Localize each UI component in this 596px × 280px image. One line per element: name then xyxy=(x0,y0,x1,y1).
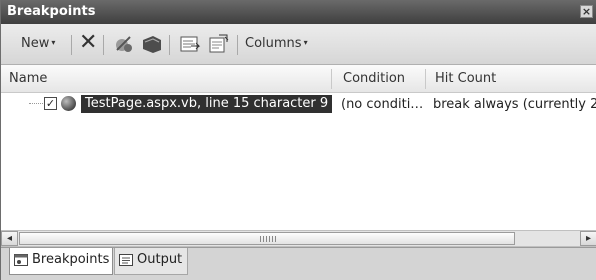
tab-breakpoints[interactable]: Breakpoints xyxy=(9,248,113,275)
breakpoint-hit-count[interactable]: break always (currently 2) xyxy=(433,97,596,112)
go-to-disassembly-icon[interactable] xyxy=(207,34,229,54)
delete-icon[interactable]: ✕ xyxy=(79,32,97,54)
window-title: Breakpoints xyxy=(7,4,96,19)
go-to-source-icon[interactable] xyxy=(179,34,201,54)
column-header-condition[interactable]: Condition xyxy=(343,71,405,86)
bottom-tab-bar: Breakpoints Output xyxy=(1,247,596,280)
column-divider[interactable] xyxy=(425,69,426,89)
breakpoint-row[interactable]: ✓ TestPage.aspx.vb, line 15 character 9 … xyxy=(1,93,596,115)
tree-connector xyxy=(29,103,43,105)
output-window-icon xyxy=(119,254,133,266)
toolbar: New ▾ ✕ Columns ▾ xyxy=(1,24,596,65)
breakpoint-enabled-checkbox[interactable]: ✓ xyxy=(44,97,57,110)
breakpoints-window-icon xyxy=(14,254,28,266)
breakpoints-window: Breakpoints × New ▾ ✕ Columns ▾ Name Con… xyxy=(0,0,596,280)
toggle-all-breakpoints-icon[interactable] xyxy=(141,34,163,54)
tab-label: Output xyxy=(137,252,183,267)
horizontal-scrollbar[interactable]: ◂ ▸ xyxy=(1,230,596,247)
scrollbar-thumb[interactable] xyxy=(19,232,515,245)
new-dropdown-button[interactable]: New ▾ xyxy=(21,36,55,56)
columns-dropdown-button[interactable]: Columns ▾ xyxy=(245,36,308,56)
breakpoint-name[interactable]: TestPage.aspx.vb, line 15 character 9 xyxy=(81,95,333,113)
tab-output[interactable]: Output xyxy=(114,248,188,275)
column-header-name[interactable]: Name xyxy=(9,71,47,86)
breakpoints-grid: Name Condition Hit Count ✓ TestPage.aspx… xyxy=(1,65,596,230)
disable-all-icon[interactable] xyxy=(113,34,135,54)
chevron-down-icon: ▾ xyxy=(303,38,308,47)
grip-icon xyxy=(260,236,276,242)
tab-label: Breakpoints xyxy=(32,252,110,267)
close-button[interactable]: × xyxy=(580,5,593,18)
new-label: New xyxy=(21,36,50,51)
toolbar-separator xyxy=(237,35,238,55)
column-header-hit-count[interactable]: Hit Count xyxy=(435,71,496,86)
columns-label: Columns xyxy=(245,36,302,51)
breakpoint-condition[interactable]: (no conditi… xyxy=(341,97,423,112)
title-bar[interactable]: Breakpoints × xyxy=(1,0,596,24)
toolbar-separator xyxy=(71,35,72,55)
breakpoint-icon xyxy=(61,96,76,111)
toolbar-separator xyxy=(103,35,104,55)
chevron-down-icon: ▾ xyxy=(51,38,56,47)
grid-header: Name Condition Hit Count xyxy=(1,65,596,93)
scroll-left-icon[interactable]: ◂ xyxy=(1,231,18,246)
column-divider[interactable] xyxy=(331,69,332,89)
scroll-right-icon[interactable]: ▸ xyxy=(580,231,596,246)
toolbar-separator xyxy=(169,35,170,55)
